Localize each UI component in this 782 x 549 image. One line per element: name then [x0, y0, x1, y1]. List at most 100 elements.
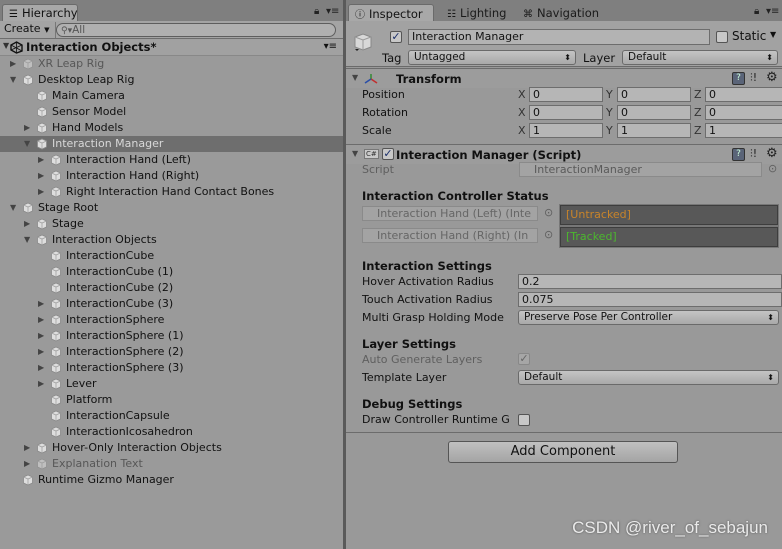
tab-navigation[interactable]: ⌘ Navigation: [516, 4, 606, 21]
collapse-arrow-icon[interactable]: ▶: [38, 168, 48, 184]
axis-label[interactable]: X: [518, 106, 526, 119]
grasp-mode-dropdown[interactable]: Preserve Pose Per Controller ⬍: [518, 310, 779, 325]
create-dropdown[interactable]: Create ▼: [2, 22, 57, 38]
draw-runtime-checkbox[interactable]: [518, 414, 530, 426]
axis-label[interactable]: X: [518, 88, 526, 101]
axis-label[interactable]: Z: [694, 106, 702, 119]
tab-lighting[interactable]: ☷ Lighting: [440, 4, 513, 21]
collapse-arrow-icon[interactable]: ▶: [24, 456, 34, 472]
transform-y-input[interactable]: 0: [617, 105, 691, 120]
gameobject-cube-icon[interactable]: [352, 31, 374, 53]
hierarchy-item[interactable]: ▶ XR Leap Rig: [0, 56, 343, 72]
tab-hierarchy[interactable]: ☰ Hierarchy: [2, 4, 78, 21]
hierarchy-item[interactable]: Runtime Gizmo Manager: [0, 472, 343, 488]
axis-label[interactable]: X: [518, 124, 526, 137]
hierarchy-item[interactable]: ▶ InteractionSphere (3): [0, 360, 343, 376]
collapse-arrow-icon[interactable]: ▶: [24, 120, 34, 136]
collapse-arrow-icon[interactable]: ▶: [24, 440, 34, 456]
hierarchy-item[interactable]: ▶ Interaction Hand (Right): [0, 168, 343, 184]
axis-label[interactable]: Y: [606, 88, 613, 101]
expand-arrow-icon[interactable]: ▼: [24, 136, 34, 152]
transform-z-input[interactable]: 1: [705, 123, 782, 138]
axis-label[interactable]: Y: [606, 124, 613, 137]
help-book-icon[interactable]: ?: [732, 148, 745, 161]
hierarchy-search-input[interactable]: ⚲▾All: [56, 23, 336, 37]
hierarchy-item[interactable]: ▼ Stage Root: [0, 200, 343, 216]
hierarchy-item[interactable]: InteractionCube (2): [0, 280, 343, 296]
gear-icon[interactable]: ⚙: [766, 146, 778, 161]
collapse-arrow-icon[interactable]: ▶: [38, 312, 48, 328]
hierarchy-item[interactable]: ▶ Hover-Only Interaction Objects: [0, 440, 343, 456]
static-checkbox[interactable]: [716, 31, 728, 43]
expand-arrow-icon[interactable]: ▼: [3, 41, 9, 50]
collapse-arrow-icon[interactable]: ▶: [38, 344, 48, 360]
tag-dropdown[interactable]: Untagged ⬍: [408, 50, 576, 65]
touch-radius-input[interactable]: 0.075: [518, 292, 782, 307]
scene-menu-icon[interactable]: ▾≡: [324, 41, 337, 52]
collapse-arrow-icon[interactable]: ▶: [38, 376, 48, 392]
transform-y-input[interactable]: 0: [617, 87, 691, 102]
hierarchy-item[interactable]: Platform: [0, 392, 343, 408]
hierarchy-item[interactable]: ▶ InteractionCube (3): [0, 296, 343, 312]
expand-arrow-icon[interactable]: ▼: [352, 73, 358, 82]
hierarchy-item[interactable]: InteractionCube: [0, 248, 343, 264]
expand-arrow-icon[interactable]: ▼: [24, 232, 34, 248]
hover-radius-input[interactable]: 0.2: [518, 274, 782, 289]
expand-arrow-icon[interactable]: ▼: [10, 72, 20, 88]
transform-y-input[interactable]: 1: [617, 123, 691, 138]
hierarchy-item[interactable]: InteractionIcosahedron: [0, 424, 343, 440]
transform-header[interactable]: ▼ Transform ? ⫶! ⚙: [346, 68, 782, 88]
hierarchy-item[interactable]: ▶ Hand Models: [0, 120, 343, 136]
preset-icon[interactable]: ⫶!: [750, 71, 757, 85]
lock-icon[interactable]: 🔒︎: [314, 6, 319, 17]
transform-x-input[interactable]: 1: [529, 123, 603, 138]
collapse-arrow-icon[interactable]: ▶: [38, 184, 48, 200]
collapse-arrow-icon[interactable]: ▶: [38, 328, 48, 344]
axis-label[interactable]: Z: [694, 124, 702, 137]
transform-x-input[interactable]: 0: [529, 105, 603, 120]
hierarchy-item[interactable]: InteractionCapsule: [0, 408, 343, 424]
object-name-input[interactable]: Interaction Manager: [408, 29, 710, 45]
hierarchy-item[interactable]: ▶ Lever: [0, 376, 343, 392]
collapse-arrow-icon[interactable]: ▶: [10, 56, 20, 72]
collapse-arrow-icon[interactable]: ▶: [38, 152, 48, 168]
gear-icon[interactable]: ⚙: [766, 70, 778, 85]
hierarchy-item[interactable]: ▼ Interaction Manager: [0, 136, 343, 152]
lock-icon[interactable]: 🔒︎: [754, 6, 759, 17]
hierarchy-item[interactable]: ▶ Explanation Text: [0, 456, 343, 472]
hierarchy-item[interactable]: Sensor Model: [0, 104, 343, 120]
template-layer-dropdown[interactable]: Default ⬍: [518, 370, 779, 385]
collapse-arrow-icon[interactable]: ▶: [38, 296, 48, 312]
hierarchy-item[interactable]: ▶ InteractionSphere (1): [0, 328, 343, 344]
axis-label[interactable]: Z: [694, 88, 702, 101]
hierarchy-item[interactable]: ▼ Interaction Objects: [0, 232, 343, 248]
panel-menu-icon[interactable]: ▾≡: [766, 6, 779, 17]
layer-dropdown[interactable]: Default ⬍: [622, 50, 778, 65]
component-enabled-checkbox[interactable]: ✓: [382, 148, 394, 160]
hierarchy-item[interactable]: ▶ InteractionSphere (2): [0, 344, 343, 360]
collapse-arrow-icon[interactable]: ▶: [38, 360, 48, 376]
object-picker-icon[interactable]: ⊙: [768, 162, 777, 175]
axis-label[interactable]: Y: [606, 106, 613, 119]
hierarchy-item[interactable]: ▶ InteractionSphere: [0, 312, 343, 328]
hierarchy-item[interactable]: ▶ Interaction Hand (Left): [0, 152, 343, 168]
transform-z-input[interactable]: 0: [705, 87, 782, 102]
hierarchy-item[interactable]: InteractionCube (1): [0, 264, 343, 280]
hierarchy-item[interactable]: ▶ Stage: [0, 216, 343, 232]
add-component-button[interactable]: Add Component: [448, 441, 678, 463]
panel-menu-icon[interactable]: ▾≡: [326, 6, 339, 17]
hierarchy-item[interactable]: ▶ Right Interaction Hand Contact Bones: [0, 184, 343, 200]
collapse-arrow-icon[interactable]: ▶: [24, 216, 34, 232]
hierarchy-item[interactable]: Main Camera: [0, 88, 343, 104]
hierarchy-item[interactable]: ▼ Desktop Leap Rig: [0, 72, 343, 88]
preset-icon[interactable]: ⫶!: [750, 147, 757, 161]
expand-arrow-icon[interactable]: ▼: [352, 149, 358, 158]
tab-inspector[interactable]: ⓘ Inspector: [348, 4, 434, 21]
expand-arrow-icon[interactable]: ▼: [10, 200, 20, 216]
transform-z-input[interactable]: 0: [705, 105, 782, 120]
static-dropdown-icon[interactable]: ▼: [770, 30, 776, 39]
scene-header[interactable]: ▼ Interaction Objects* ▾≡: [0, 39, 343, 56]
help-book-icon[interactable]: ?: [732, 72, 745, 85]
script-component-header[interactable]: ▼ C# ✓ Interaction Manager (Script) ? ⫶!…: [346, 144, 782, 164]
active-checkbox[interactable]: ✓: [390, 31, 402, 43]
